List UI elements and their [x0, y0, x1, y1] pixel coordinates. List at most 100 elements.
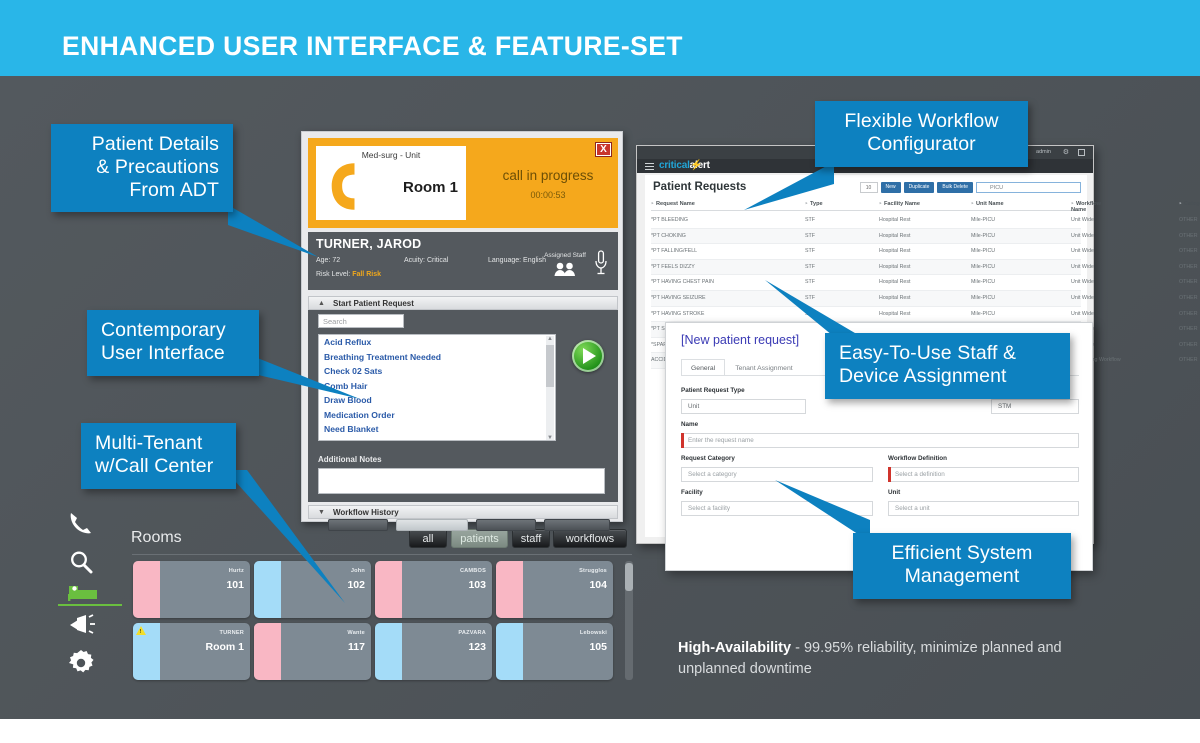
tablet-action-button-4[interactable]: [544, 519, 610, 531]
table-cell: Unit Wide: [1071, 217, 1094, 223]
toolbar-button-new[interactable]: New: [881, 182, 901, 193]
select-workflow-definition[interactable]: Select a definition: [888, 467, 1079, 482]
call-status-text: call in progress: [478, 168, 618, 183]
table-cell: Hospital Rest: [879, 311, 911, 317]
table-row[interactable]: *PT FALLING/FELLSTFHospital RestMile-PIC…: [651, 244, 1081, 260]
hamburger-menu-icon[interactable]: [645, 163, 654, 170]
gear-icon[interactable]: [68, 650, 94, 676]
table-cell: Mile-PICU: [971, 279, 995, 285]
room-status-strip: [496, 561, 523, 618]
patient-station-window: Med-surg - Unit Room 1 call in progress …: [301, 131, 623, 522]
toolbar-button-bulk-delete[interactable]: Bulk Delete: [937, 182, 973, 193]
table-header: Request NameTypeFacility NameUnit NameWo…: [651, 199, 1081, 211]
search-icon[interactable]: [68, 550, 94, 574]
room-patient-name: CAMBOS: [460, 568, 486, 574]
table-row[interactable]: *PT BLEEDINGSTFHospital RestMile-PICUUni…: [651, 213, 1081, 229]
room-status-strip: [375, 623, 402, 680]
table-cell: OTHER: [1179, 295, 1198, 301]
request-list-scrollbar[interactable]: ▲ ▼: [546, 336, 554, 441]
additional-notes-input[interactable]: [318, 468, 605, 494]
scroll-up-icon[interactable]: ▲: [547, 336, 553, 342]
microphone-icon[interactable]: [594, 250, 608, 276]
select-patient-request-type[interactable]: Unit: [681, 399, 806, 414]
table-cell: STF: [805, 233, 815, 239]
scroll-thumb[interactable]: [546, 345, 554, 387]
label-name: Name: [681, 421, 698, 428]
close-icon[interactable]: X: [596, 143, 611, 156]
dialog-tab-tenant-assignment[interactable]: Tenant Assignment: [725, 359, 802, 376]
callout-staff-device: Easy-To-Use Staff &Device Assignment: [825, 333, 1070, 399]
table-cell: *PT HAVING STROKE: [651, 311, 704, 317]
table-row[interactable]: *PT HAVING SEIZURESTFHospital RestMile-P…: [651, 291, 1081, 307]
submit-request-button[interactable]: [572, 340, 604, 372]
window-maximize-icon[interactable]: [1078, 149, 1085, 156]
column-header[interactable]: Facility Name: [879, 201, 920, 207]
megaphone-icon[interactable]: [68, 613, 96, 637]
tablet-action-button-2[interactable]: [396, 519, 468, 531]
table-row[interactable]: *PT CHOKINGSTFHospital RestMile-PICUUnit…: [651, 229, 1081, 245]
table-cell: STF: [805, 217, 815, 223]
room-card[interactable]: PAZVARA123: [375, 623, 492, 680]
table-cell: OTHER: [1179, 311, 1198, 317]
room-card[interactable]: Strugglos104: [496, 561, 613, 618]
room-patient-name: PAZVARA: [458, 630, 486, 636]
room-status-strip: [133, 561, 160, 618]
callout-tail-contemporary-ui: [250, 355, 360, 400]
callout-line: Contemporary: [101, 319, 226, 341]
label-request-category: Request Category: [681, 455, 735, 462]
admin-user-label[interactable]: admin: [1036, 149, 1051, 155]
table-cell: Hospital Rest: [879, 279, 911, 285]
table-cell: STF: [805, 248, 815, 254]
request-list-item[interactable]: Medication Order: [319, 408, 555, 423]
dialog-tabs: GeneralTenant Assignment: [681, 359, 803, 376]
column-header[interactable]: Unit Name: [971, 201, 1004, 207]
assigned-staff-icon[interactable]: [554, 262, 576, 276]
rooms-scrollbar[interactable]: [625, 561, 633, 680]
room-card[interactable]: TURNERRoom 1: [133, 623, 250, 680]
column-header[interactable]: Workflow Name: [1071, 201, 1101, 213]
call-unit-label: Med-surg - Unit: [316, 150, 466, 160]
table-cell: OTHER: [1179, 264, 1198, 270]
room-card[interactable]: Wante117: [254, 623, 371, 680]
callout-text: Multi-Tenantw/Call Center: [81, 423, 236, 489]
table-cell: OTHER: [1179, 357, 1198, 363]
call-room-card: Med-surg - Unit Room 1: [316, 146, 466, 220]
table-row[interactable]: *PT HAVING CHEST PAINSTFHospital RestMil…: [651, 275, 1081, 291]
room-card[interactable]: Lebowski105: [496, 623, 613, 680]
table-row[interactable]: *PT HAVING STROKESTFHospital RestMile-PI…: [651, 307, 1081, 323]
column-header[interactable]: Category: [1179, 201, 1200, 207]
page-title: ENHANCED USER INTERFACE & FEATURE-SET: [62, 31, 683, 62]
table-search-input[interactable]: PICU: [976, 182, 1081, 193]
callout-line: From ADT: [129, 179, 219, 201]
callout-tail-flexible-workflow: [744, 162, 834, 212]
input-request-name[interactable]: Enter the request name: [681, 433, 1079, 448]
table-row[interactable]: *PT FEELS DIZZYSTFHospital RestMile-PICU…: [651, 260, 1081, 276]
bed-icon[interactable]: [68, 582, 98, 604]
dialog-tab-general[interactable]: General: [681, 359, 725, 376]
label-workflow-definition: Workflow Definition: [888, 455, 947, 462]
tablet-action-button-3[interactable]: [476, 519, 536, 531]
select-unit[interactable]: Select a unit: [888, 501, 1079, 516]
scroll-thumb[interactable]: [625, 563, 633, 591]
column-header[interactable]: Request Name: [651, 201, 695, 207]
section-start-patient-request[interactable]: ▲ Start Patient Request: [308, 296, 618, 310]
request-list-item[interactable]: Need Blanket: [319, 422, 555, 437]
room-card[interactable]: CAMBOS103: [375, 561, 492, 618]
phone-icon[interactable]: [68, 511, 94, 535]
callout-line: User Interface: [101, 342, 225, 364]
select-session-tenant[interactable]: STM: [991, 399, 1079, 414]
table-cell: Mile-PICU: [971, 233, 995, 239]
lightning-bolt-icon: ⚡: [690, 160, 702, 171]
table-cell: Hospital Rest: [879, 233, 911, 239]
active-call-banner: Med-surg - Unit Room 1 call in progress …: [308, 138, 618, 228]
toolbar-button-duplicate[interactable]: Duplicate: [904, 182, 935, 193]
table-cell: Unit Wide: [1071, 248, 1094, 254]
request-list-item[interactable]: Acid Reflux: [319, 335, 555, 350]
section-workflow-history[interactable]: ▼ Workflow History: [308, 505, 618, 519]
request-list-item[interactable]: Need Pain Meds: [319, 437, 555, 442]
callout-line: Management: [905, 565, 1020, 587]
callout-flexible-workflow: Flexible WorkflowConfigurator: [815, 101, 1028, 167]
gear-icon[interactable]: ⚙: [1063, 148, 1069, 156]
page-size-select[interactable]: 10: [860, 182, 878, 193]
search-input[interactable]: Search: [318, 314, 404, 328]
